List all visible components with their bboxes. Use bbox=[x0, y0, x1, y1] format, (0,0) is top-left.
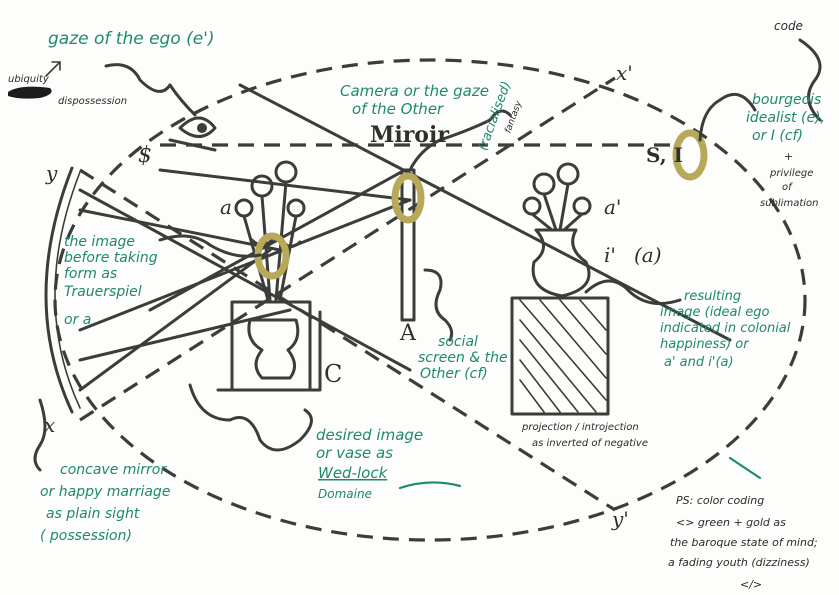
label-y: y bbox=[45, 161, 58, 185]
label-a: a bbox=[220, 195, 232, 219]
note-projection-2: as inverted of negative bbox=[532, 438, 648, 449]
dashed-diagonal-x-prime bbox=[79, 76, 616, 422]
note-ps-2: <> green + gold as bbox=[676, 516, 786, 529]
note-image-before-4: Trauerspiel bbox=[64, 284, 142, 300]
note-dispossession: dispossession bbox=[58, 96, 127, 107]
note-ps-4: a fading youth (dizziness) bbox=[668, 556, 810, 569]
label-s-barred: $ bbox=[138, 143, 152, 168]
note-image-before-5: or a bbox=[64, 312, 91, 328]
label-x-prime: x' bbox=[616, 61, 633, 85]
note-resulting-4: happiness) or bbox=[660, 337, 750, 352]
note-code: code bbox=[774, 19, 803, 33]
note-ps-1: PS: color coding bbox=[676, 494, 764, 507]
note-ps-3: the baroque state of mind; bbox=[670, 536, 818, 549]
note-image-before-2: before taking bbox=[64, 250, 158, 266]
note-resulting-2: image (ideal ego bbox=[660, 305, 770, 320]
note-ps-5: </> bbox=[740, 578, 762, 591]
note-concave-4: ( possession) bbox=[40, 528, 132, 544]
label-C: C bbox=[324, 360, 342, 388]
label-s-i: S, I bbox=[646, 143, 683, 167]
label-y-prime: y' bbox=[611, 507, 629, 531]
note-resulting-3: indicated in colonial bbox=[660, 321, 791, 336]
note-concave-2: or happy marriage bbox=[40, 484, 170, 500]
note-resulting-5: a' and i'(a) bbox=[664, 355, 734, 370]
note-social-1: social bbox=[438, 334, 478, 350]
box-hatched bbox=[510, 296, 610, 416]
note-camera-1: Camera or the gaze bbox=[340, 82, 489, 100]
label-a-prime: a' bbox=[604, 195, 621, 219]
note-resulting-1: resulting bbox=[684, 289, 741, 304]
note-bourgeois-3: or I (cf) bbox=[752, 128, 803, 144]
note-image-before-1: the image bbox=[64, 234, 135, 250]
ink-blob bbox=[8, 86, 52, 99]
note-desired-3: Wed-lock bbox=[318, 464, 389, 482]
note-bourgeois-4: + bbox=[784, 150, 793, 163]
note-desired-4: Domaine bbox=[318, 487, 372, 501]
diagram-canvas: Miroir x' y' y x $ S, I a a' i' (a) A C … bbox=[8, 19, 825, 591]
note-concave-3: as plain sight bbox=[46, 506, 140, 522]
note-camera-2: of the Other bbox=[352, 100, 444, 118]
label-miroir: Miroir bbox=[370, 122, 449, 148]
note-projection-1: projection / introjection bbox=[521, 422, 639, 433]
lacan-mirror-diagram: Miroir x' y' y x $ S, I a a' i' (a) A C … bbox=[0, 0, 839, 595]
note-desired-2: or vase as bbox=[316, 444, 393, 462]
note-social-3: Other (cf) bbox=[420, 366, 488, 382]
note-desired-1: desired image bbox=[316, 426, 423, 444]
note-bourgeois-6: of bbox=[782, 182, 793, 193]
note-gaze-ego: gaze of the ego (e') bbox=[48, 29, 215, 49]
note-ubiquity: ubiquity bbox=[8, 74, 50, 85]
label-i-prime-a: (a) bbox=[634, 243, 662, 267]
vase-virtual bbox=[522, 162, 592, 298]
note-bourgeois-5: privilege bbox=[769, 168, 813, 179]
label-A: A bbox=[399, 321, 417, 346]
plane-mirror-A bbox=[400, 168, 416, 322]
note-bourgeois-7: sublimation bbox=[760, 198, 818, 209]
note-bourgeois-2: idealist (e), bbox=[746, 110, 825, 126]
note-image-before-3: form as bbox=[64, 266, 117, 282]
label-i-prime: i' bbox=[604, 243, 616, 267]
note-concave-1: concave mirror bbox=[60, 462, 167, 478]
label-x: x bbox=[44, 413, 55, 437]
note-social-2: screen & the bbox=[418, 350, 508, 366]
note-bourgeois-1: bourgeois bbox=[752, 92, 821, 108]
